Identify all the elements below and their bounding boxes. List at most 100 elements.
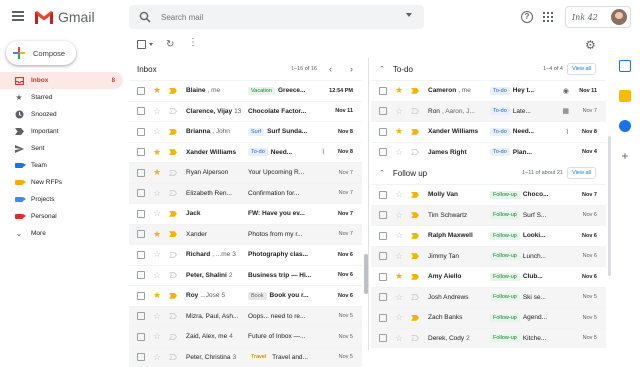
important-marker-icon[interactable] — [169, 354, 177, 360]
star-outline-icon[interactable]: ☆ — [395, 107, 404, 116]
email-row[interactable]: ☆Jimmy TanFollow-upLunch...Nov 6 — [371, 246, 606, 267]
email-row[interactable]: ☆Tim SchwartzFollow-upSurf S...Nov 6 — [371, 205, 606, 226]
row-checkbox[interactable] — [137, 169, 145, 177]
star-outline-icon[interactable]: ☆ — [153, 189, 162, 198]
collapse-chevron-icon[interactable]: ⌃ — [379, 65, 385, 73]
email-row[interactable]: ★Blaine, meVacationGreece...12:54 PM — [129, 80, 362, 101]
starred-icon[interactable]: ★ — [395, 86, 404, 95]
important-marker-icon[interactable] — [411, 274, 419, 280]
email-row[interactable]: ★Xander WilliamsTo-doNeed...⌇Nov 8 — [371, 121, 606, 142]
account-switcher[interactable]: Ink 42 — [565, 6, 631, 28]
row-checkbox[interactable] — [379, 293, 387, 301]
star-outline-icon[interactable]: ☆ — [395, 231, 404, 240]
sidebar-item-sent[interactable]: Sent — [0, 140, 123, 157]
search-icon[interactable] — [139, 11, 151, 23]
sidebar-item-important[interactable]: Important — [0, 123, 123, 140]
row-checkbox[interactable] — [379, 87, 387, 95]
settings-gear-icon[interactable]: ⚙ — [585, 38, 596, 52]
sidebar-item-team[interactable]: Team — [0, 157, 123, 174]
starred-icon[interactable]: ★ — [153, 148, 162, 157]
followup-section-header[interactable]: ⌃ Follow up 1–11 of about 21 View all — [371, 162, 606, 184]
star-outline-icon[interactable]: ☆ — [395, 190, 404, 199]
row-checkbox[interactable] — [137, 148, 145, 156]
email-row[interactable]: ★XanderPhotos from my r...Nov 7 — [129, 224, 362, 245]
label-chip[interactable]: To-do — [490, 148, 510, 156]
add-addon-icon[interactable]: + — [619, 150, 631, 162]
sidebar-item-more[interactable]: ⌄ More — [0, 225, 123, 242]
collapse-chevron-icon[interactable]: ⌃ — [379, 169, 385, 177]
important-marker-icon[interactable] — [169, 170, 177, 176]
refresh-icon[interactable]: ↻ — [166, 39, 174, 50]
star-outline-icon[interactable]: ☆ — [153, 312, 162, 321]
row-checkbox[interactable] — [137, 312, 145, 320]
email-row[interactable]: ☆Zaid, Alex, me4Future of Inbox —...Nov … — [129, 326, 362, 347]
row-checkbox[interactable] — [137, 210, 145, 218]
calendar-event-icon[interactable]: ▦ — [562, 107, 569, 115]
label-chip[interactable]: Follow-up — [490, 232, 520, 240]
starred-icon[interactable]: ★ — [395, 272, 404, 281]
label-chip[interactable]: Follow-up — [490, 334, 520, 342]
email-row[interactable]: ☆James RightTo-doPlan...Nov 4 — [371, 142, 606, 163]
row-checkbox[interactable] — [137, 230, 145, 238]
important-marker-icon[interactable] — [169, 313, 177, 319]
row-checkbox[interactable] — [379, 252, 387, 260]
label-chip[interactable]: Follow-up — [490, 191, 520, 199]
important-marker-icon[interactable] — [169, 252, 177, 258]
star-outline-icon[interactable]: ☆ — [153, 353, 162, 362]
row-checkbox[interactable] — [379, 232, 387, 240]
label-chip[interactable]: Vacation — [248, 87, 275, 95]
star-outline-icon[interactable]: ☆ — [395, 293, 404, 302]
star-outline-icon[interactable]: ☆ — [395, 211, 404, 220]
label-chip[interactable]: Follow-up — [490, 252, 520, 260]
label-chip[interactable]: Surf — [248, 128, 264, 136]
star-outline-icon[interactable]: ☆ — [153, 271, 162, 280]
important-marker-icon[interactable] — [169, 149, 177, 155]
row-checkbox[interactable] — [137, 107, 145, 115]
email-row[interactable]: ☆Ron, Aaron, J...To-doLate...▦Nov 7 — [371, 101, 606, 122]
email-row[interactable]: ☆Brianna, JohnSurfSurf Sunda...Nov 8 — [129, 121, 362, 142]
important-marker-icon[interactable] — [169, 211, 177, 217]
important-marker-icon[interactable] — [411, 129, 419, 135]
star-outline-icon[interactable]: ☆ — [153, 127, 162, 136]
search-options-icon[interactable] — [406, 13, 412, 17]
important-marker-icon[interactable] — [169, 190, 177, 196]
row-checkbox[interactable] — [137, 353, 145, 361]
label-chip[interactable]: Follow-up — [490, 293, 520, 301]
label-chip[interactable]: Book — [248, 292, 267, 300]
email-row[interactable]: ☆Zach BanksFollow-upAgend...Nov 5 — [371, 307, 606, 328]
keep-icon[interactable] — [619, 90, 631, 102]
sidebar-item-snoozed[interactable]: Snoozed — [0, 106, 123, 123]
label-chip[interactable]: Follow-up — [490, 273, 520, 281]
sidebar-item-personal[interactable]: Personal — [0, 208, 123, 225]
important-marker-icon[interactable] — [411, 192, 419, 198]
important-marker-icon[interactable] — [169, 129, 177, 135]
label-chip[interactable]: Follow-up — [490, 211, 520, 219]
compose-button[interactable]: Compose — [6, 41, 76, 65]
calendar-icon[interactable] — [619, 60, 631, 72]
starred-icon[interactable]: ★ — [153, 291, 162, 300]
main-menu-icon[interactable] — [12, 11, 24, 21]
email-row[interactable]: ★Cameron, meTo-doHey t...◉Nov 11 — [371, 80, 606, 101]
label-chip[interactable]: To-do — [490, 128, 510, 136]
important-marker-icon[interactable] — [169, 108, 177, 114]
email-row[interactable]: ★Xander WilliamsTo-doNeed...⌇Nov 8 — [129, 142, 362, 163]
label-chip[interactable]: Follow-up — [490, 314, 520, 322]
star-outline-icon[interactable]: ☆ — [395, 252, 404, 261]
row-checkbox[interactable] — [137, 292, 145, 300]
label-chip[interactable]: To-do — [490, 107, 510, 115]
row-checkbox[interactable] — [379, 334, 387, 342]
help-icon[interactable]: ? — [521, 11, 533, 23]
row-checkbox[interactable] — [137, 333, 145, 341]
starred-icon[interactable]: ★ — [153, 168, 162, 177]
avatar[interactable] — [611, 9, 627, 25]
email-row[interactable]: ☆Richard, ...me3Photography clas...Nov 6 — [129, 244, 362, 265]
star-outline-icon[interactable]: ☆ — [395, 148, 404, 157]
previous-page-icon[interactable]: ‹ — [329, 64, 332, 74]
important-marker-icon[interactable] — [169, 293, 177, 299]
row-checkbox[interactable] — [379, 107, 387, 115]
star-outline-icon[interactable]: ☆ — [395, 334, 404, 343]
more-options-icon[interactable]: ⋮ — [188, 38, 198, 48]
important-marker-icon[interactable] — [169, 231, 177, 237]
apps-grid-icon[interactable] — [543, 12, 553, 22]
important-marker-icon[interactable] — [411, 108, 419, 114]
